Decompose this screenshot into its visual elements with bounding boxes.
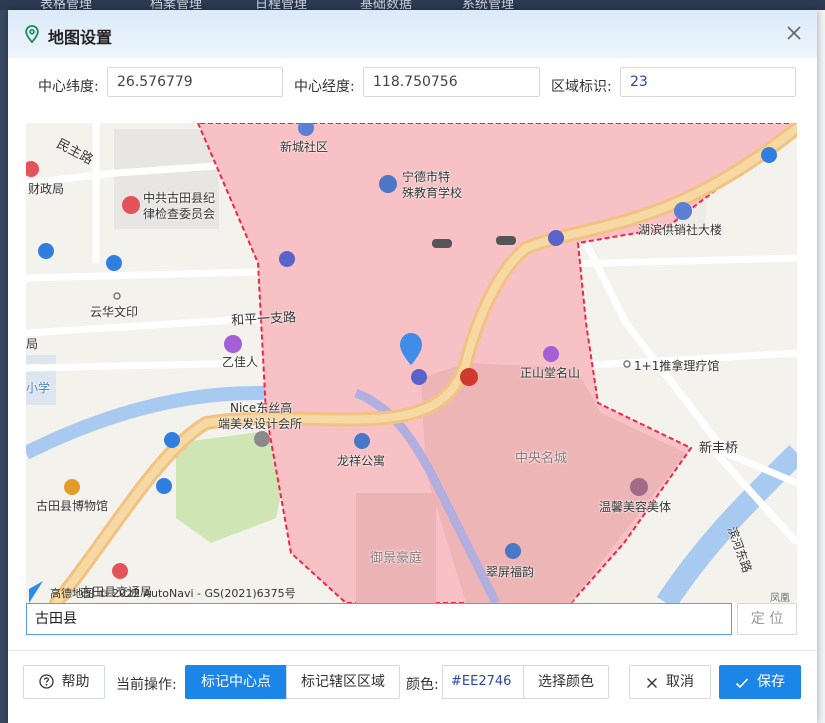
choose-color-button[interactable]: 选择颜色 <box>523 665 609 699</box>
dialog-title: 地图设置 <box>48 28 113 47</box>
map-label-caizheng: 财政局 <box>28 182 65 196</box>
amap-logo: 高德地图 <box>50 587 94 600</box>
search-input[interactable]: 古田县 <box>26 603 732 635</box>
map-label-zhongyang: 中央名城 <box>515 451 568 466</box>
map-label-special-school-2: 殊教育学校 <box>402 186 463 200</box>
map-label-corner: 凤凰 <box>770 593 790 603</box>
map-label-jiwei-1: 中共古田县纪 <box>143 191 216 205</box>
location-pin-icon <box>25 25 39 43</box>
region-id-label: 区域标识: <box>551 79 612 95</box>
latitude-label: 中心纬度: <box>38 79 99 95</box>
map-label-xincheng: 新城社区 <box>280 140 329 154</box>
map-label-left-edge-ju: 局 <box>26 337 39 351</box>
region-id-input[interactable]: 23 <box>620 67 796 97</box>
map-label-nice-2: 端美发设计会所 <box>218 417 303 431</box>
map-label-cuiping: 翠屏福韵 <box>486 565 535 579</box>
map-canvas[interactable]: 民主路 财政局 中共古田县纪 律检查委员会 新城社区 宁德市特 殊教育学校 湖滨… <box>26 123 797 603</box>
map-label-jiwei-2: 律检查委员会 <box>143 207 216 221</box>
map-label-huxin: 湖滨供销社大楼 <box>638 223 723 237</box>
map-label-zhengshantang: 正山堂名山 <box>520 366 581 380</box>
save-button[interactable]: 保存 <box>719 665 801 699</box>
locate-button[interactable]: 定 位 <box>737 603 797 635</box>
current-operation-label: 当前操作: <box>116 677 177 693</box>
save-label: 保存 <box>757 674 785 690</box>
map-label-nice-1: Nice东丝高 <box>230 401 293 415</box>
bg-nav-item: 表格管理 <box>40 0 93 10</box>
bg-nav-item: 基础数据 <box>360 0 413 10</box>
cancel-button[interactable]: 取消 <box>629 665 711 699</box>
map-label-left-edge-xue: 小学 <box>26 381 51 395</box>
cancel-label: 取消 <box>666 674 694 690</box>
map-attribution: 高德地图 © 2022 AutoNavi - GS(2021)6375号 <box>28 585 296 601</box>
close-icon <box>647 678 657 688</box>
bg-nav-item: 档案管理 <box>150 0 203 10</box>
map-label-yujing: 御景豪庭 <box>370 551 423 566</box>
mark-region-button[interactable]: 标记辖区区域 <box>286 665 400 699</box>
map-label-wenxin: 温馨美容美体 <box>599 500 672 514</box>
longitude-input[interactable]: 118.750756 <box>363 67 540 97</box>
map-label-xinfeng: 新丰桥 <box>699 441 739 456</box>
help-label: 帮助 <box>61 674 90 690</box>
map-label-special-school-1: 宁德市特 <box>402 170 451 184</box>
divider <box>8 650 817 651</box>
color-input[interactable]: #EE2746 <box>442 665 524 699</box>
map-label-yunhua: 云华文印 <box>90 305 139 319</box>
map-label-heping-road: 和平一支路 <box>230 310 297 329</box>
dialog-header: 地图设置 <box>8 10 817 58</box>
background-nav: 表格管理 档案管理 日程管理 基础数据 系统管理 <box>0 0 825 10</box>
mark-center-button[interactable]: 标记中心点 <box>185 665 287 699</box>
coordinate-fields: 中心纬度: 26.576779 中心经度: 118.750756 区域标识: 2… <box>8 66 817 106</box>
attribution-text: © 2022 AutoNavi - GS(2021)6375号 <box>97 587 296 600</box>
check-icon <box>735 678 749 689</box>
help-circle-icon <box>38 674 54 689</box>
map-settings-dialog: 地图设置 中心纬度: 26.576779 中心经度: 118.750756 区域… <box>8 10 817 723</box>
color-label: 颜色: <box>406 677 439 693</box>
latitude-input[interactable]: 26.576779 <box>107 67 283 97</box>
map-label-tuina: 1+1推拿理疗馆 <box>634 359 720 373</box>
bg-nav-item: 系统管理 <box>462 0 515 10</box>
bg-nav-item: 日程管理 <box>255 0 308 10</box>
map-label-museum: 古田县博物馆 <box>36 499 109 513</box>
longitude-label: 中心经度: <box>294 79 355 95</box>
map-label-longxiang: 龙祥公寓 <box>337 454 386 468</box>
help-button[interactable]: 帮助 <box>23 665 105 699</box>
map-label-yijia: 乙佳人 <box>222 355 259 369</box>
close-icon[interactable] <box>783 22 805 44</box>
